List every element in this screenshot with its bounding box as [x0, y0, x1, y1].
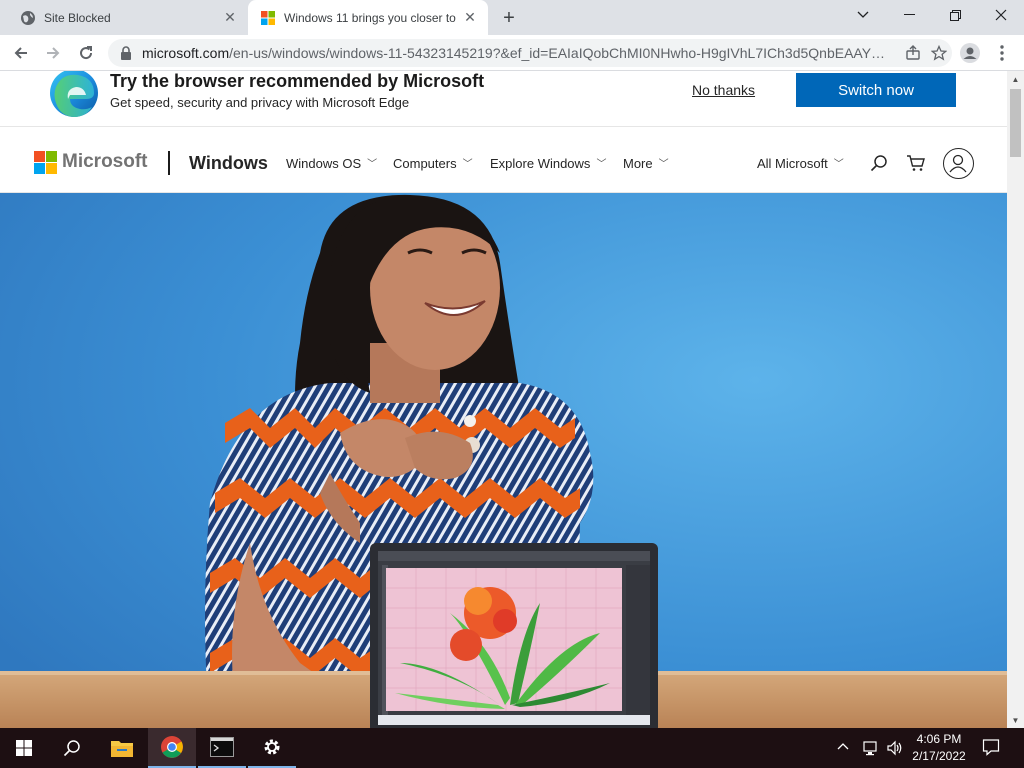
menu-kebab-icon[interactable] — [989, 40, 1015, 66]
edge-logo-icon — [50, 71, 98, 117]
url-path: /en-us/windows/windows-11-54323145219?&e… — [229, 45, 886, 61]
scroll-down-arrow-icon[interactable]: ▼ — [1007, 712, 1024, 728]
hero-illustration — [0, 193, 1007, 728]
chevron-down-icon: ﹀ — [658, 159, 669, 170]
browser-toolbar: microsoft.com/en-us/windows/windows-11-5… — [0, 35, 1024, 71]
reload-icon[interactable] — [73, 40, 99, 66]
sign-in-avatar-icon[interactable] — [943, 148, 974, 179]
banner-title: Try the browser recommended by Microsoft — [110, 71, 485, 91]
new-tab-button[interactable]: + — [497, 6, 521, 30]
tray-chevron-up-icon[interactable] — [836, 740, 852, 756]
minimize-icon[interactable] — [886, 0, 932, 30]
nav-label: Explore Windows — [490, 156, 591, 171]
chrome-icon[interactable] — [148, 728, 196, 768]
restore-icon[interactable] — [932, 0, 978, 30]
nav-explore-windows[interactable]: Explore Windows ﹀ — [490, 156, 606, 171]
nav-windows-os[interactable]: Windows OS ﹀ — [286, 156, 377, 171]
scrollbar-thumb[interactable] — [1010, 89, 1021, 157]
settings-gear-icon[interactable] — [248, 728, 296, 768]
nav-label: All Microsoft — [757, 156, 828, 171]
bookmark-star-icon[interactable] — [926, 40, 952, 66]
globe-icon — [21, 10, 35, 25]
lock-icon — [121, 46, 131, 60]
clock-time: 4:06 PM — [916, 732, 962, 746]
search-icon[interactable] — [48, 728, 96, 768]
nav-computers[interactable]: Computers ﹀ — [393, 156, 473, 171]
chevron-down-icon: ﹀ — [833, 159, 844, 170]
tab-search-chevron-icon[interactable] — [840, 0, 886, 30]
tab-strip: Site Blocked ✕ Windows 11 brings you clo… — [0, 0, 1024, 35]
nav-label: More — [623, 156, 653, 171]
clock[interactable]: 4:06 PM 2/17/2022 — [906, 731, 972, 767]
tab-title: Windows 11 brings you closer to — [284, 10, 456, 25]
volume-icon[interactable] — [886, 739, 904, 757]
close-icon[interactable]: ✕ — [462, 9, 478, 26]
nav-all-microsoft[interactable]: All Microsoft ﹀ — [757, 156, 844, 171]
close-icon[interactable]: ✕ — [222, 9, 238, 26]
product-name[interactable]: Windows — [189, 153, 268, 174]
url-host: microsoft.com — [142, 45, 230, 61]
microsoft-logo-icon[interactable] — [34, 151, 57, 174]
header-divider — [168, 151, 170, 175]
network-icon[interactable] — [862, 739, 880, 757]
banner-subtitle: Get speed, security and privacy with Mic… — [110, 95, 410, 110]
start-windows-icon[interactable] — [0, 728, 48, 768]
nav-label: Windows OS — [286, 156, 362, 171]
chevron-down-icon: ﹀ — [596, 159, 607, 170]
hero-image — [0, 193, 1007, 728]
page-scrollbar[interactable]: ▲ ▼ — [1007, 71, 1024, 728]
tab-windows-11[interactable]: Windows 11 brings you closer to ✕ — [248, 0, 488, 35]
back-arrow-icon[interactable] — [8, 40, 34, 66]
terminal-icon[interactable] — [198, 728, 246, 768]
window-close-icon[interactable] — [978, 0, 1024, 30]
tab-title: Site Blocked — [44, 10, 111, 25]
windows-taskbar: 4:06 PM 2/17/2022 — [0, 728, 1024, 768]
chevron-down-icon: ﹀ — [462, 159, 473, 170]
nav-label: Computers — [393, 156, 457, 171]
forward-arrow-icon[interactable] — [40, 40, 66, 66]
brand-name[interactable]: Microsoft — [62, 151, 148, 173]
share-icon[interactable] — [900, 40, 926, 66]
clock-date: 2/17/2022 — [912, 749, 966, 763]
chevron-down-icon: ﹀ — [367, 159, 378, 170]
nav-more[interactable]: More ﹀ — [623, 156, 669, 171]
search-icon[interactable] — [868, 152, 890, 174]
tab-site-blocked[interactable]: Site Blocked ✕ — [8, 0, 248, 35]
file-explorer-icon[interactable] — [98, 728, 146, 768]
profile-icon[interactable] — [957, 40, 983, 66]
site-header: Microsoft Windows Windows OS ﹀ Computers ﹀… — [0, 127, 1007, 193]
scroll-up-arrow-icon[interactable]: ▲ — [1007, 71, 1024, 87]
microsoft-logo-icon — [261, 10, 275, 25]
page-viewport: Try the browser recommended by Microsoft… — [0, 71, 1007, 728]
notifications-icon[interactable] — [982, 738, 1002, 758]
edge-promo-banner: Try the browser recommended by Microsoft… — [0, 71, 1007, 127]
address-bar[interactable]: microsoft.com/en-us/windows/windows-11-5… — [108, 39, 952, 67]
cart-icon[interactable] — [905, 152, 927, 174]
switch-now-button[interactable]: Switch now — [796, 73, 956, 107]
no-thanks-link[interactable]: No thanks — [692, 82, 755, 98]
url-text: microsoft.com/en-us/windows/windows-11-5… — [142, 45, 900, 61]
